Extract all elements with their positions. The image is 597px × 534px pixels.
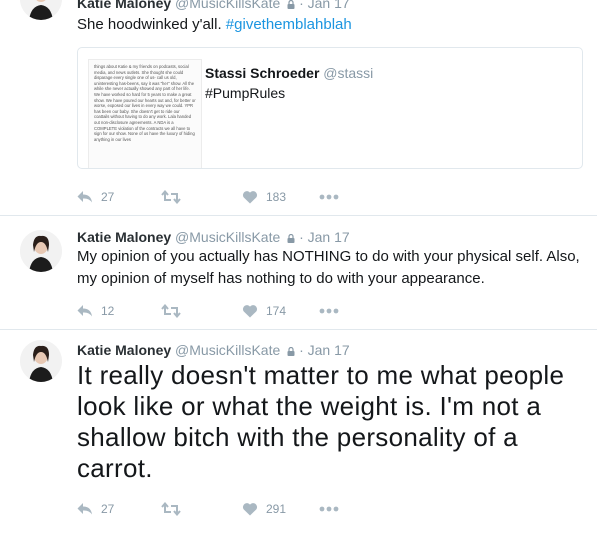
tweet-2[interactable]: Katie Maloney @MusicKillsKate · Jan 17 M… — [0, 216, 597, 330]
timestamp[interactable]: Jan 17 — [308, 0, 350, 11]
tweet-text: She hoodwinked y'all. #givethemblahblah — [77, 14, 583, 36]
lock-icon — [287, 0, 295, 9]
like-button[interactable]: 291 — [242, 499, 286, 519]
quoted-tweet[interactable]: things about Katie & my friends on podca… — [77, 47, 583, 169]
timestamp[interactable]: Jan 17 — [308, 229, 350, 245]
author-handle[interactable]: @MusicKillsKate — [175, 342, 280, 358]
tweet-text: My opinion of you actually has NOTHING t… — [77, 248, 580, 287]
tweet-actions: 27 291 — [77, 499, 377, 519]
tweet-1[interactable]: Katie Maloney @MusicKillsKate · Jan 17 S… — [0, 0, 597, 216]
avatar[interactable] — [20, 0, 62, 20]
tweet-header: Katie Maloney @MusicKillsKate · Jan 17 — [77, 342, 350, 358]
separator-dot: · — [299, 0, 304, 11]
retweet-button[interactable] — [161, 499, 189, 519]
hashtag-link[interactable]: #givethemblahblah — [226, 16, 352, 33]
like-button[interactable]: 174 — [242, 301, 286, 321]
timestamp[interactable]: Jan 17 — [308, 342, 350, 358]
heart-icon — [242, 305, 258, 318]
more-icon — [319, 308, 339, 314]
separator-dot: · — [299, 342, 304, 358]
tweet-header: Katie Maloney @MusicKillsKate · Jan 17 — [77, 229, 350, 245]
like-count: 291 — [266, 502, 287, 516]
retweet-icon — [161, 502, 181, 516]
reply-button[interactable]: 27 — [77, 187, 114, 207]
reply-count: 12 — [101, 304, 115, 318]
like-button[interactable]: 183 — [242, 187, 286, 207]
quoted-header: Stassi Schroeder @stassi — [205, 65, 373, 81]
quoted-image-text: things about Katie & my friends on podca… — [94, 64, 196, 142]
like-count: 183 — [266, 190, 287, 204]
heart-icon — [242, 503, 258, 516]
more-button[interactable] — [319, 187, 339, 207]
tweet-header: Katie Maloney @MusicKillsKate · Jan 17 — [77, 0, 350, 11]
tweet-3[interactable]: Katie Maloney @MusicKillsKate · Jan 17 I… — [0, 330, 597, 534]
heart-icon — [242, 191, 258, 204]
retweet-icon — [161, 190, 181, 204]
more-icon — [319, 506, 339, 512]
reply-count: 27 — [101, 502, 115, 516]
avatar[interactable] — [20, 230, 62, 272]
quoted-image[interactable]: things about Katie & my friends on podca… — [88, 59, 202, 168]
quoted-author-handle: @stassi — [323, 65, 374, 81]
reply-icon — [77, 191, 92, 203]
reply-icon — [77, 305, 92, 317]
tweet-text: It really doesn't matter to me what peop… — [77, 360, 565, 483]
retweet-button[interactable] — [161, 301, 189, 321]
more-icon — [319, 194, 339, 200]
more-button[interactable] — [319, 499, 339, 519]
separator-dot: · — [299, 229, 304, 245]
author-handle[interactable]: @MusicKillsKate — [175, 229, 280, 245]
reply-button[interactable]: 12 — [77, 301, 114, 321]
retweet-icon — [161, 304, 181, 318]
quoted-author-name: Stassi Schroeder — [205, 65, 320, 81]
lock-icon — [287, 234, 295, 243]
author-name[interactable]: Katie Maloney — [77, 0, 171, 11]
tweet-actions: 12 174 — [77, 301, 377, 321]
avatar[interactable] — [20, 340, 62, 382]
more-button[interactable] — [319, 301, 339, 321]
reply-count: 27 — [101, 190, 115, 204]
tweet-actions: 27 183 — [77, 187, 377, 207]
like-count: 174 — [266, 304, 287, 318]
quoted-text: #PumpRules — [205, 85, 286, 101]
author-name[interactable]: Katie Maloney — [77, 229, 171, 245]
lock-icon — [287, 347, 295, 356]
reply-icon — [77, 503, 92, 515]
author-handle[interactable]: @MusicKillsKate — [175, 0, 280, 11]
tweet-text-plain: She hoodwinked y'all. — [77, 16, 226, 33]
retweet-button[interactable] — [161, 187, 189, 207]
reply-button[interactable]: 27 — [77, 499, 114, 519]
author-name[interactable]: Katie Maloney — [77, 342, 171, 358]
